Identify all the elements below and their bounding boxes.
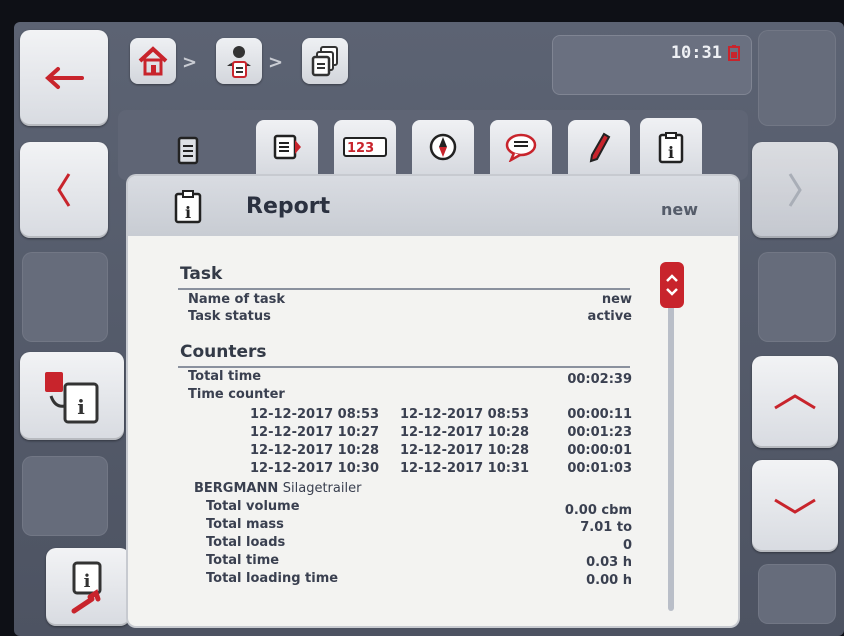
machine-row-label: Total loads [206, 535, 286, 550]
time-row-duration: 00:00:01 [567, 443, 632, 458]
home-icon [138, 46, 168, 76]
svg-text:i: i [77, 395, 85, 419]
report-clipboard-button[interactable]: i [20, 352, 124, 440]
task-status-value: active [587, 309, 632, 324]
battery-icon [728, 45, 740, 61]
tab-edit[interactable] [568, 120, 630, 174]
clock-time: 10:31 [670, 43, 722, 63]
time-counter-label: Time counter [188, 387, 285, 402]
tab-list[interactable] [256, 120, 318, 174]
scroll-up-button[interactable] [752, 356, 838, 448]
time-row-duration: 00:00:11 [567, 407, 632, 422]
time-row-end: 12-12-2017 10:28 [400, 443, 530, 458]
name-of-task-label: Name of task [188, 292, 286, 307]
report-transfer-icon: i [45, 372, 99, 424]
time-row-start: 12-12-2017 08:53 [250, 407, 380, 422]
status-clock-box: 10:31 [552, 35, 752, 95]
arrow-left-icon [45, 67, 84, 89]
machine-row-label: Total volume [206, 499, 300, 514]
svg-text:123: 123 [347, 141, 374, 156]
document-arrow-icon [273, 134, 301, 160]
tab-comments[interactable] [490, 120, 552, 174]
previous-button[interactable] [20, 142, 108, 238]
counter-123-icon: 123 [343, 137, 387, 157]
section-divider [178, 366, 630, 368]
chevron-down-icon [774, 498, 816, 514]
machine-row-label: Total loading time [206, 571, 339, 586]
time-row-end: 12-12-2017 10:31 [400, 461, 530, 476]
user-clipboard-icon [227, 46, 251, 78]
total-time-label: Total time [188, 369, 262, 384]
time-row-start: 12-12-2017 10:28 [250, 443, 380, 458]
task-status-label: Task status [188, 309, 271, 324]
empty-slot-right-1 [758, 30, 836, 126]
total-time-value: 00:02:39 [567, 372, 632, 387]
back-button[interactable] [20, 30, 108, 126]
time-row-end: 12-12-2017 10:28 [400, 425, 530, 440]
section-counters: Counters [180, 342, 267, 362]
empty-slot-right-2 [758, 252, 836, 342]
speech-bubble-icon [505, 133, 537, 162]
report-panel: i Report new Task Name of task new Task … [128, 176, 738, 626]
time-row-start: 12-12-2017 10:27 [250, 425, 380, 440]
time-row-duration: 00:01:23 [567, 425, 632, 440]
svg-text:i: i [185, 203, 191, 222]
chevron-right-icon [788, 173, 802, 207]
scrollbar-track[interactable] [668, 266, 674, 611]
chevron-left-icon [57, 173, 71, 207]
breadcrumb-documents[interactable] [302, 38, 348, 84]
tab-counters[interactable]: 123 [334, 120, 396, 174]
report-info-icon: i [174, 190, 202, 224]
task-name-header: new [660, 200, 698, 219]
machine-row-value: 7.01 to [580, 520, 632, 535]
next-button[interactable] [752, 142, 838, 238]
breadcrumb-home[interactable] [130, 38, 176, 84]
info-clipboard-icon: i [658, 132, 684, 164]
info-wrench-icon: i [71, 561, 102, 614]
report-header: i Report new [128, 176, 738, 236]
machine-row-value: 0.00 cbm [564, 503, 632, 518]
machine-row-value: 0 [622, 538, 632, 553]
empty-slot-left-2 [22, 456, 108, 536]
breadcrumb-separator: > [268, 52, 284, 73]
machine-type: Silagetrailer [282, 481, 362, 496]
machine-name: BERGMANN Silagetrailer [194, 481, 361, 496]
tab-report[interactable]: i [640, 118, 702, 178]
compass-icon [429, 133, 457, 161]
machine-row-label: Total time [206, 553, 280, 568]
breadcrumb-user-task[interactable] [216, 38, 262, 84]
section-task: Task [180, 264, 223, 284]
machine-row-label: Total mass [206, 517, 284, 532]
tab-task[interactable] [168, 130, 208, 170]
scrollbar-thumb[interactable] [660, 262, 684, 308]
pencil-icon [589, 132, 611, 163]
machine-row-value: 0.00 h [586, 573, 632, 588]
machine-row-value: 0.03 h [586, 555, 632, 570]
svg-text:i: i [84, 571, 91, 592]
machine-brand: BERGMANN [194, 481, 279, 496]
empty-slot-left-1 [22, 252, 108, 342]
tab-navigation[interactable] [412, 120, 474, 174]
scroll-down-button[interactable] [752, 460, 838, 552]
documents-stack-icon [311, 46, 338, 77]
breadcrumb-separator: > [182, 52, 198, 73]
chevron-up-icon [774, 394, 816, 410]
empty-slot-right-3 [758, 564, 836, 624]
scroll-handle-icon [666, 274, 678, 296]
time-row-start: 12-12-2017 10:30 [250, 461, 380, 476]
name-of-task-value: new [601, 292, 632, 307]
clipboard-icon [177, 136, 199, 165]
svg-text:i: i [668, 143, 674, 162]
time-row-end: 12-12-2017 08:53 [400, 407, 530, 422]
section-divider [178, 288, 630, 290]
page-title: Report [246, 194, 331, 219]
settings-info-button[interactable]: i [46, 548, 130, 626]
time-row-duration: 00:01:03 [567, 461, 632, 476]
report-content: Task Name of task new Task status active… [128, 236, 738, 626]
